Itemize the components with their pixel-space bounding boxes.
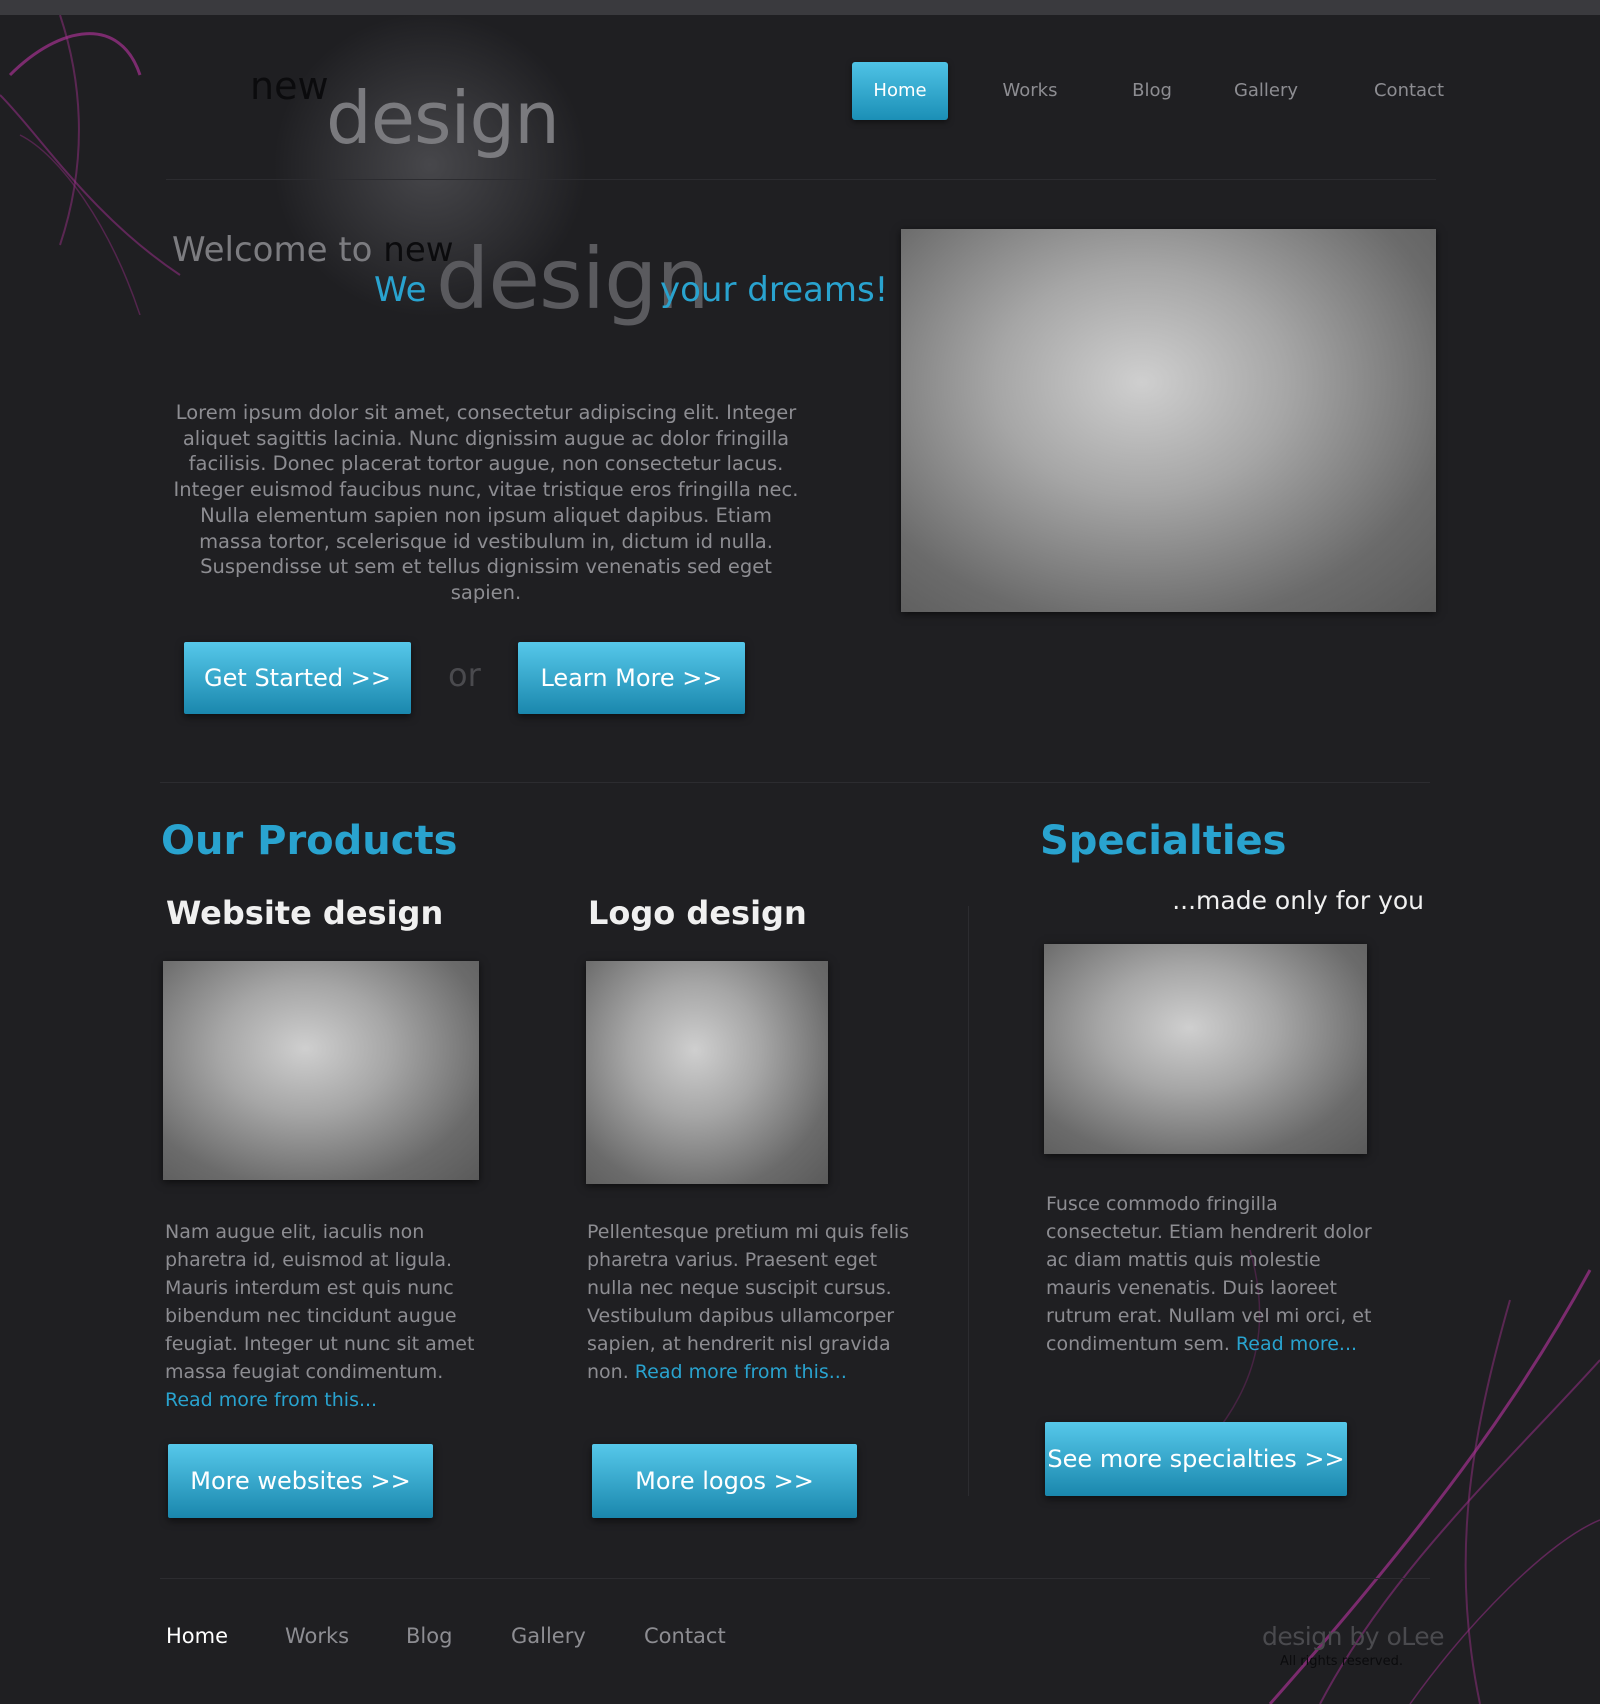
- logo-read-more-link[interactable]: Read more from this...: [635, 1361, 847, 1383]
- hero-we: We: [374, 270, 427, 310]
- nav-home[interactable]: Home: [852, 62, 948, 120]
- column-divider: [968, 906, 969, 1496]
- logo-design-title: Logo design: [588, 894, 807, 932]
- footer-nav-home[interactable]: Home: [166, 1624, 228, 1648]
- site-logo[interactable]: new design: [250, 60, 560, 160]
- footer-credit: design by oLee: [1262, 1622, 1445, 1651]
- logo-new: new: [250, 64, 329, 108]
- footer-divider: [160, 1578, 1430, 1579]
- website-design-text: Nam augue elit, iaculis non pharetra id,…: [165, 1218, 485, 1414]
- more-websites-button[interactable]: More websites >>: [168, 1444, 433, 1518]
- footer-nav-blog[interactable]: Blog: [406, 1624, 452, 1648]
- nav-gallery[interactable]: Gallery: [1226, 62, 1306, 120]
- hero-welcome: Welcome to new: [172, 230, 454, 270]
- specialties-tagline: ...made only for you: [1172, 886, 1424, 915]
- website-design-image: [163, 961, 479, 1180]
- website-read-more-link[interactable]: Read more from this...: [165, 1389, 377, 1411]
- logo-design-image: [586, 961, 828, 1184]
- more-logos-button[interactable]: More logos >>: [592, 1444, 857, 1518]
- hero-heading: Welcome to new We design your dreams!: [172, 222, 892, 328]
- specialties-title: Specialties: [1040, 818, 1287, 864]
- get-started-button[interactable]: Get Started >>: [184, 642, 411, 714]
- footer-nav-works[interactable]: Works: [285, 1624, 349, 1648]
- main-nav: Home Works Blog Gallery Contact: [852, 62, 1444, 120]
- footer-nav-gallery[interactable]: Gallery: [511, 1624, 586, 1648]
- logo-design-description: Pellentesque pretium mi quis felis phare…: [587, 1221, 910, 1383]
- logo-design: design: [326, 76, 560, 160]
- website-design-description: Nam augue elit, iaculis non pharetra id,…: [165, 1221, 475, 1383]
- hero-welcome-text: Welcome to: [172, 230, 373, 270]
- see-more-specialties-button[interactable]: See more specialties >>: [1045, 1422, 1347, 1496]
- logo-design-text: Pellentesque pretium mi quis felis phare…: [587, 1218, 917, 1386]
- nav-blog[interactable]: Blog: [1122, 62, 1182, 120]
- website-design-title: Website design: [166, 894, 444, 932]
- specialties-read-more-link[interactable]: Read more...: [1236, 1333, 1357, 1355]
- hero-dreams: your dreams!: [660, 270, 889, 310]
- top-bar: [0, 0, 1600, 15]
- learn-more-button[interactable]: Learn More >>: [518, 642, 745, 714]
- section-divider: [160, 782, 1430, 783]
- footer-nav-contact[interactable]: Contact: [644, 1624, 726, 1648]
- nav-works[interactable]: Works: [1000, 62, 1060, 120]
- decorative-swirl-top-left: [0, 15, 181, 315]
- products-title: Our Products: [161, 818, 458, 864]
- hero-text: Lorem ipsum dolor sit amet, consectetur …: [173, 401, 799, 604]
- specialties-text: Fusce commodo fringilla consectetur. Eti…: [1046, 1190, 1386, 1358]
- footer-rights: All rights reserved.: [1280, 1654, 1403, 1669]
- specialties-description: Fusce commodo fringilla consectetur. Eti…: [1046, 1193, 1372, 1355]
- or-text: or: [448, 656, 481, 694]
- header-divider: [166, 179, 1436, 180]
- specialties-image: [1044, 944, 1367, 1154]
- nav-contact[interactable]: Contact: [1364, 62, 1454, 120]
- hero-image: [901, 229, 1436, 612]
